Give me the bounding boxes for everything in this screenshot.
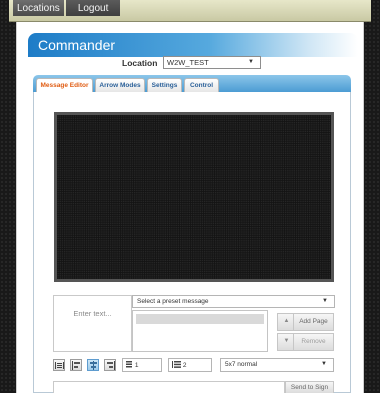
line-count-value: 2 xyxy=(182,362,187,369)
preset-select-value: Select a preset message xyxy=(137,298,209,305)
preset-message-select[interactable]: Select a preset message ▼ xyxy=(132,295,335,308)
sign-preview-display xyxy=(57,115,331,279)
page-title: Commander xyxy=(38,37,116,53)
tab-settings[interactable]: Settings xyxy=(147,78,182,92)
char-spacing-icon xyxy=(126,361,132,368)
chevron-down-icon: ▼ xyxy=(322,298,328,304)
page-list[interactable] xyxy=(132,310,268,352)
location-select[interactable]: W2W_TEST ▼ xyxy=(163,56,261,69)
commander-panel: Commander Location W2W_TEST ▼ Message Ed… xyxy=(16,22,364,393)
add-page-button[interactable]: Add Page xyxy=(293,313,334,331)
tab-message-editor[interactable]: Message Editor xyxy=(36,78,93,92)
up-arrow-icon: ▲ xyxy=(283,318,290,324)
align-fill-button[interactable] xyxy=(53,359,65,371)
list-item[interactable] xyxy=(136,314,264,324)
nav-locations-link[interactable]: Locations xyxy=(13,0,64,16)
message-editor-content: Enter text... Select a preset message ▼ … xyxy=(33,92,351,393)
sign-preview-frame xyxy=(54,112,334,282)
tab-arrow-modes[interactable]: Arrow Modes xyxy=(95,78,145,92)
text-entry-area[interactable]: Enter text... xyxy=(53,295,132,352)
location-label: Location xyxy=(122,58,158,68)
down-arrow-icon: ▼ xyxy=(283,338,290,344)
align-center-button[interactable] xyxy=(87,359,99,371)
message-input[interactable] xyxy=(53,381,285,393)
align-right-button[interactable] xyxy=(104,359,116,371)
line-count-field[interactable]: 2 xyxy=(168,358,212,372)
font-select[interactable]: 5x7 normal ▼ xyxy=(220,358,334,372)
char-spacing-field[interactable]: 1 xyxy=(122,358,162,372)
chevron-down-icon: ▼ xyxy=(321,361,327,367)
align-left-icon xyxy=(71,360,80,370)
line-count-icon xyxy=(172,361,181,368)
nav-logout-link[interactable]: Logout xyxy=(65,0,121,16)
send-to-sign-button[interactable]: Send to Sign xyxy=(285,381,334,393)
remove-button[interactable]: Remove xyxy=(293,333,334,351)
char-spacing-value: 1 xyxy=(134,362,139,369)
chevron-down-icon: ▼ xyxy=(248,59,254,65)
align-center-icon xyxy=(89,360,97,370)
panel-header: Commander xyxy=(28,33,358,57)
align-right-icon xyxy=(106,360,115,370)
tab-control[interactable]: Control xyxy=(184,78,219,92)
location-row: Location W2W_TEST ▼ xyxy=(17,56,365,70)
send-to-sign-label: Send to Sign xyxy=(290,384,329,391)
top-nav-bar: Locations Logout xyxy=(9,0,371,22)
font-select-value: 5x7 normal xyxy=(225,361,258,368)
nav-menu: Locations Logout xyxy=(9,0,371,16)
align-left-button[interactable] xyxy=(70,359,82,371)
location-select-value: W2W_TEST xyxy=(167,58,209,67)
tabs-bar: Message Editor Arrow Modes Settings Cont… xyxy=(33,75,351,92)
align-fill-icon xyxy=(54,361,64,369)
